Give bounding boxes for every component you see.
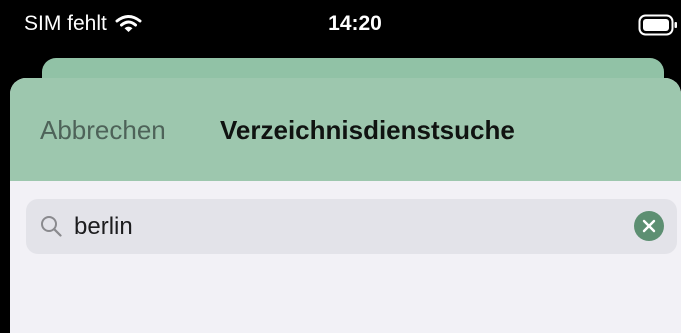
navigation-bar: Abbrechen Verzeichnisdienstsuche: [10, 78, 681, 181]
clear-search-button[interactable]: [634, 211, 664, 241]
search-field[interactable]: [26, 199, 677, 254]
directory-search-sheet: Abbrechen Verzeichnisdienstsuche: [10, 78, 681, 333]
status-bar: SIM fehlt 14:20: [0, 0, 681, 52]
cancel-button[interactable]: Abbrechen: [40, 114, 166, 146]
search-input[interactable]: [74, 199, 624, 254]
status-time: 14:20: [328, 12, 382, 35]
wifi-icon: [115, 15, 142, 32]
page-title: Verzeichnisdienstsuche: [220, 115, 515, 145]
search-icon: [41, 216, 62, 237]
app-screen: SIM fehlt 14:20 Abbrechen Verzeichnisdie…: [0, 0, 681, 333]
status-carrier-group: SIM fehlt: [24, 11, 142, 37]
carrier-status: SIM fehlt: [24, 12, 107, 35]
clear-icon: [642, 219, 656, 233]
battery-icon: [638, 14, 677, 36]
